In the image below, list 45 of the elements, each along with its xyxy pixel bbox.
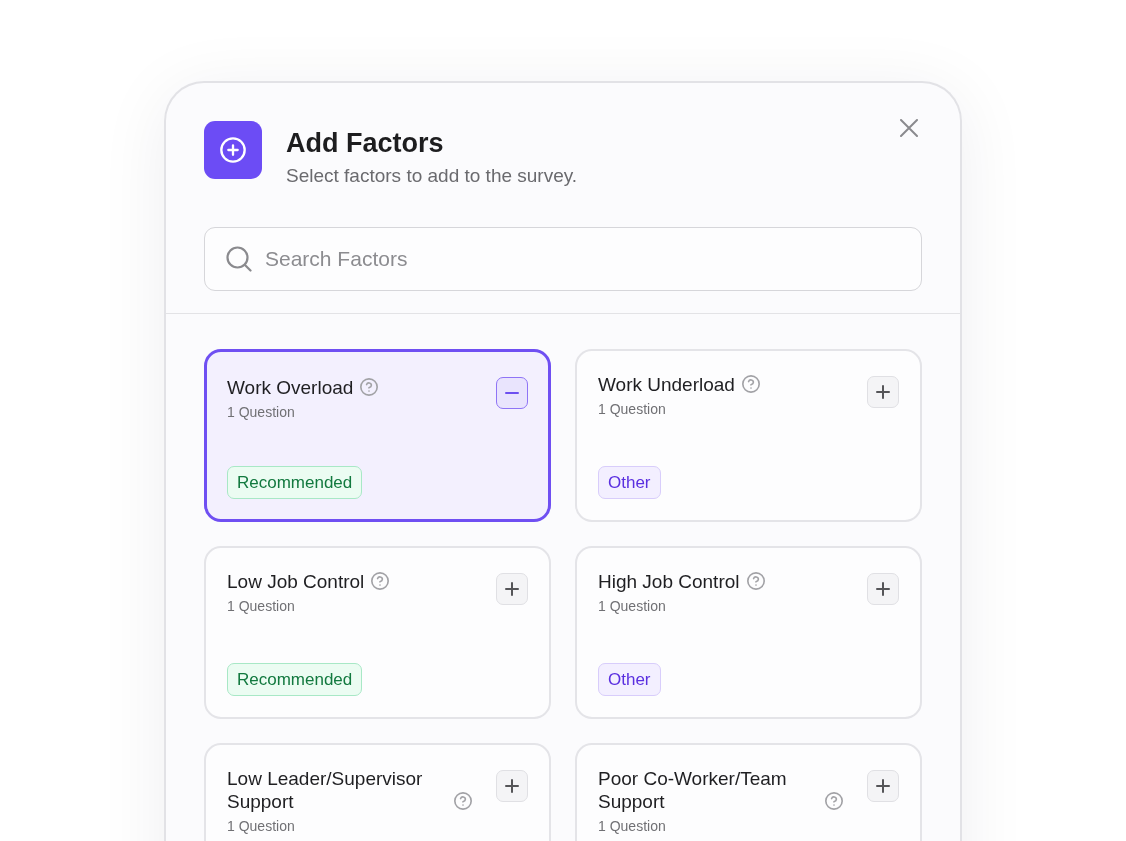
factor-card[interactable]: Work Underload 1 Question Other bbox=[575, 349, 922, 522]
factor-card[interactable]: Low Leader/Supervisor Support 1 Question bbox=[204, 743, 551, 841]
minus-icon bbox=[505, 392, 519, 394]
question-count: 1 Question bbox=[227, 403, 295, 421]
add-button[interactable] bbox=[496, 770, 528, 802]
help-icon bbox=[741, 375, 760, 393]
factor-card[interactable]: High Job Control 1 Question Other bbox=[575, 546, 922, 719]
question-count: 1 Question bbox=[598, 817, 666, 835]
question-count: 1 Question bbox=[227, 597, 295, 615]
plus-icon bbox=[505, 582, 519, 596]
search-icon bbox=[226, 246, 252, 272]
add-button[interactable] bbox=[867, 573, 899, 605]
category-tag: Other bbox=[598, 466, 661, 499]
remove-button[interactable] bbox=[496, 377, 528, 409]
plus-icon bbox=[876, 385, 890, 399]
factor-name: High Job Control bbox=[598, 570, 740, 593]
plus-icon bbox=[505, 779, 519, 793]
factor-name: Low Job Control bbox=[227, 570, 365, 593]
factor-name: Work Overload bbox=[227, 376, 354, 399]
plus-icon bbox=[876, 779, 890, 793]
plus-icon bbox=[876, 582, 890, 596]
factor-name: Work Underload bbox=[598, 373, 735, 396]
add-button[interactable] bbox=[867, 376, 899, 408]
question-count: 1 Question bbox=[227, 817, 295, 835]
help-icon bbox=[454, 792, 472, 810]
dialog-subtitle: Select factors to add to the survey. bbox=[286, 164, 578, 188]
help-icon bbox=[371, 572, 390, 590]
help-icon bbox=[360, 378, 379, 396]
question-count: 1 Question bbox=[598, 400, 666, 418]
category-tag: Recommended bbox=[227, 663, 363, 696]
dialog-title: Add Factors bbox=[286, 127, 444, 160]
factor-card[interactable]: Work Overload 1 Question Recommended bbox=[204, 349, 551, 522]
help-icon bbox=[825, 792, 843, 810]
add-button[interactable] bbox=[496, 573, 528, 605]
factor-name: Poor Co-Worker/Team Support bbox=[598, 767, 788, 813]
category-tag: Recommended bbox=[227, 466, 363, 499]
add-button[interactable] bbox=[867, 770, 899, 802]
question-count: 1 Question bbox=[598, 597, 666, 615]
close-icon bbox=[900, 119, 918, 137]
search-field[interactable]: Search Factors bbox=[204, 227, 922, 291]
category-tag: Other bbox=[598, 663, 661, 696]
factor-card[interactable]: Low Job Control 1 Question Recommended bbox=[204, 546, 551, 719]
factor-name: Low Leader/Supervisor Support bbox=[227, 767, 424, 813]
help-icon bbox=[746, 572, 765, 590]
factor-card[interactable]: Poor Co-Worker/Team Support 1 Question bbox=[575, 743, 922, 841]
